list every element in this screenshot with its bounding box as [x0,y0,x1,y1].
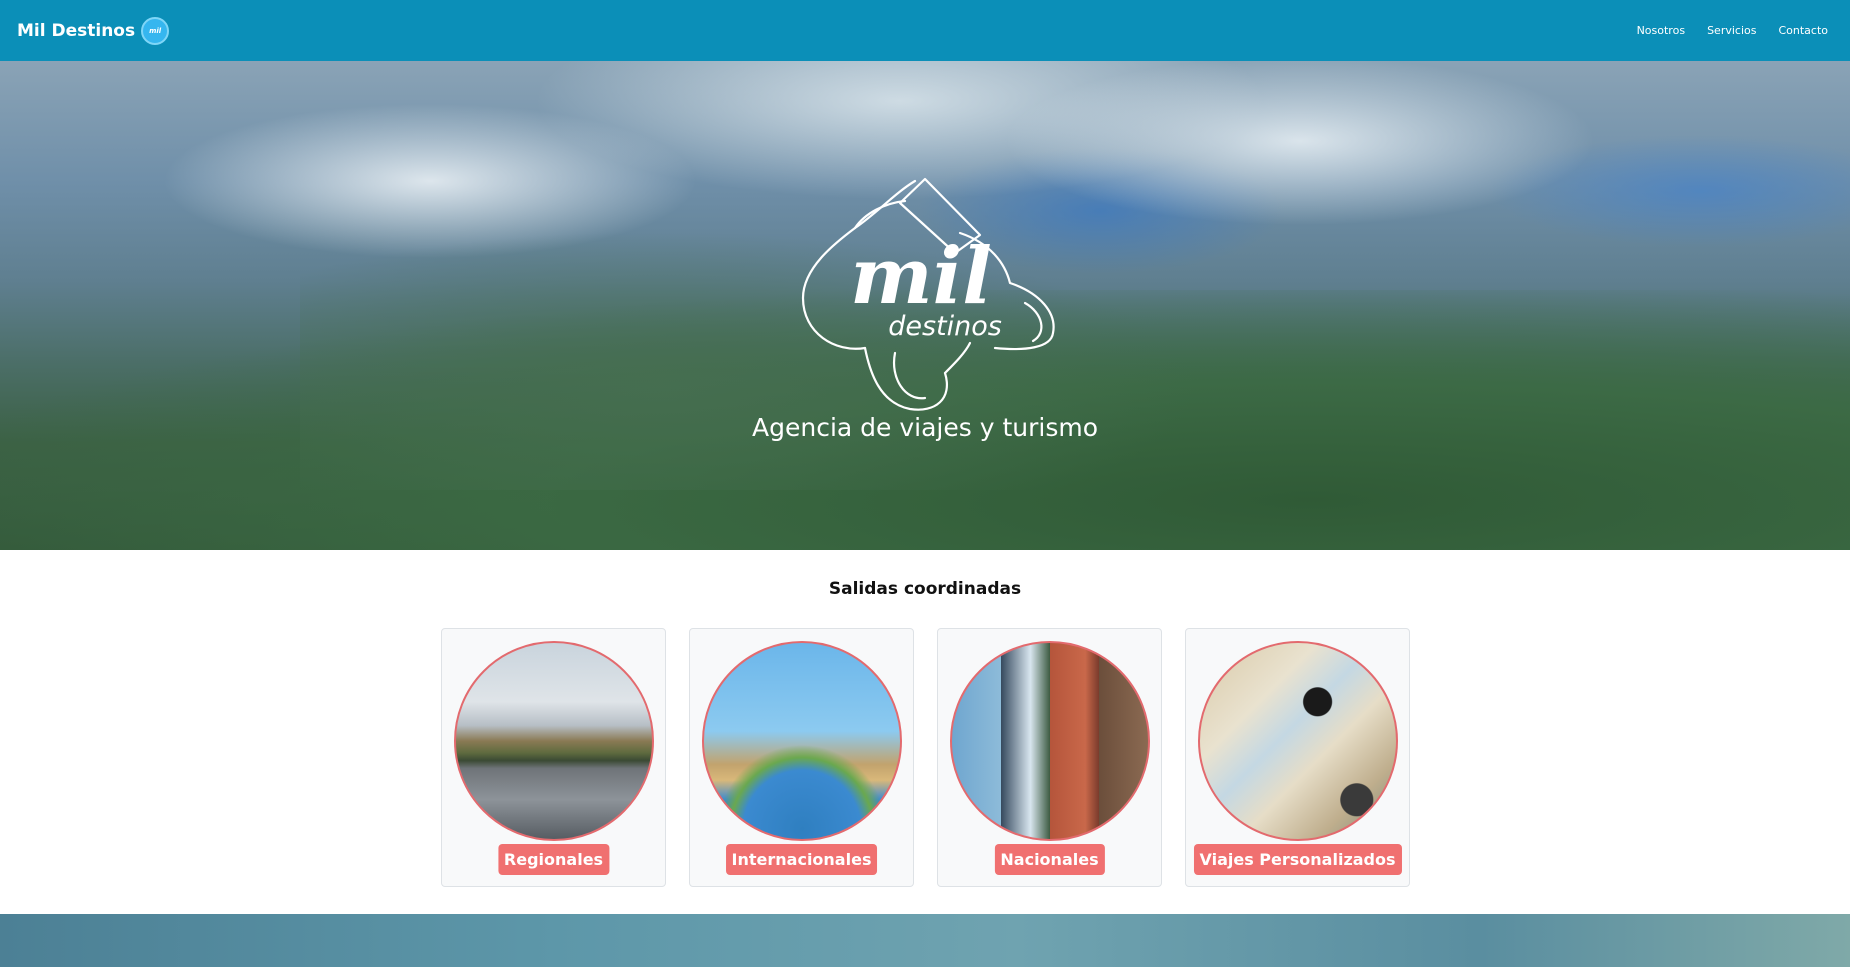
hero-banner: mil destinos Agencia de viajes y turismo [0,61,1850,550]
navbar: Mil Destinos mil Nosotros Servicios Cont… [0,0,1850,61]
hero-logo-icon: mil destinos [801,177,1055,411]
viajes-personalizados-image[interactable] [1198,641,1398,841]
section-title: Salidas coordinadas [828,579,1022,599]
destination-cards: Regionales Internacionales Nacionales Vi… [441,628,1410,887]
brand-link[interactable]: Mil Destinos mil [17,16,170,45]
nacionales-button[interactable]: Nacionales [994,844,1105,875]
hero-background-forest [300,230,1200,490]
nav-link-nosotros[interactable]: Nosotros [1637,24,1685,37]
hero-logo-main: mil [850,231,992,322]
nav-link-contacto[interactable]: Contacto [1778,24,1828,37]
next-section-background [0,914,1850,967]
regionales-button[interactable]: Regionales [497,844,610,875]
card-nacionales: Nacionales [937,628,1162,887]
card-internacionales: Internacionales [689,628,914,887]
card-viajes-personalizados: Viajes Personalizados [1185,628,1410,887]
viajes-personalizados-button[interactable]: Viajes Personalizados [1193,844,1402,875]
internacionales-image[interactable] [702,641,902,841]
nav-links: Nosotros Servicios Contacto [1637,24,1828,37]
hero-subtitle: Agencia de viajes y turismo [752,413,1098,442]
nav-link-servicios[interactable]: Servicios [1707,24,1756,37]
hero-logo-sub: destinos [888,311,1002,342]
regionales-image[interactable] [454,641,654,841]
internacionales-button[interactable]: Internacionales [725,844,878,875]
nacionales-image[interactable] [950,641,1150,841]
brand-logo-icon: mil [141,16,170,45]
card-regionales: Regionales [441,628,666,887]
brand-name: Mil Destinos [17,20,136,41]
